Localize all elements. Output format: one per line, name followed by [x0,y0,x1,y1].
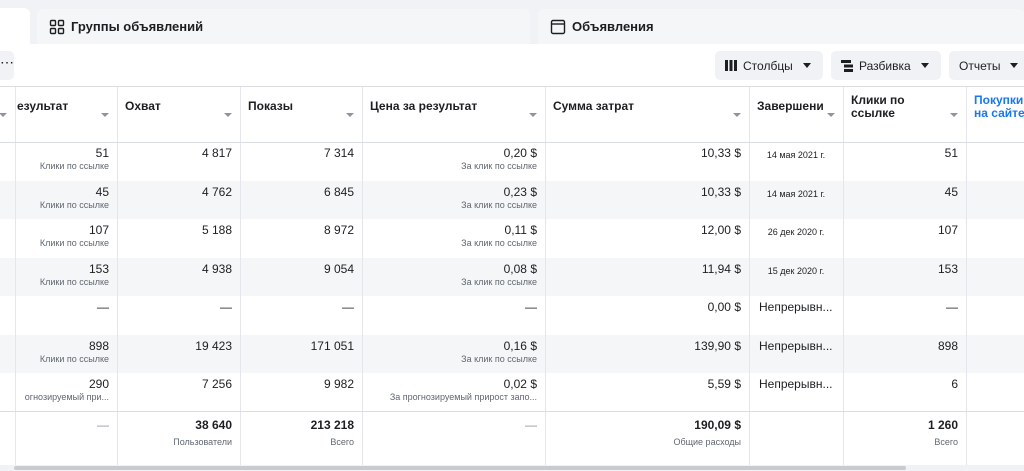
tab-ads-label: Объявления [572,19,654,34]
cell-amount-spent: 5,59 $ [707,377,741,391]
cell-ends: Непрерывн... [759,300,833,314]
header-name-fragment[interactable] [0,87,15,142]
sort-icon [346,113,354,117]
breakdown-button[interactable]: Разбивка [831,51,941,80]
column-header-amount-spent[interactable]: Сумма затрат [545,87,749,142]
tab-ad-sets[interactable]: Группы объявлений [37,9,530,44]
column-header-ends[interactable]: Завершени [749,87,843,142]
breakdown-label: Разбивка [859,58,911,73]
horizontal-scrollbar[interactable] [0,465,1024,471]
cell-impressions: 171 051 [310,338,354,353]
cell-cost-per-result: 0,23 $ За клик по ссылке [461,184,537,210]
column-header-cost-per-result[interactable]: Цена за результат [362,87,545,142]
cell-reach: 4 817 [201,146,232,160]
sort-icon [224,113,232,117]
cell-result: 153 Клики по ссылке [39,261,109,287]
cell-result: 290 огнозируемый при... [24,377,109,402]
cell-reach: 4 938 [201,261,232,276]
caret-down-icon [802,63,811,68]
reports-label: Отчеты [959,58,1001,73]
cell-amount-spent: 0,00 $ [707,300,741,314]
total-cost-per-result: — [525,418,537,432]
column-header-link-clicks[interactable]: Клики по ссылке [843,87,966,142]
sort-icon [950,113,958,117]
cell-amount-spent: 10,33 $ [700,146,741,160]
columns-icon [725,60,737,71]
cell-reach: 4 762 [201,184,232,199]
cell-ends: Непрерывн... [759,338,833,353]
sort-icon [733,113,741,117]
cell-result: 107 Клики по ссылке [39,223,109,248]
ad-window-icon [550,19,566,35]
cell-impressions: 7 314 [323,146,354,160]
cell-ends: 15 дек 2020 г. [767,265,825,276]
cell-result: 898 Клики по ссылке [39,338,109,364]
sort-icon [101,113,109,117]
reports-button[interactable]: Отчеты [949,51,1024,80]
cell-cost-per-result: 0,11 $ За клик по ссылке [461,223,537,248]
cell-amount-spent: 10,33 $ [700,184,741,199]
cell-result: 45 Клики по ссылке [39,184,109,210]
total-result: — [97,418,109,432]
caret-down-icon [920,63,929,68]
cell-ends: 26 дек 2020 г. [767,227,825,237]
cell-link-clicks: 898 [937,338,958,353]
scrollbar-thumb[interactable] [14,466,906,470]
cell-impressions: 6 845 [323,184,354,199]
column-header-purchases[interactable]: Покупки на сайте [966,87,1024,142]
cell-amount-spent: 11,94 $ [701,261,741,276]
cell-cost-per-result: 0,16 $ За клик по ссылке [461,338,537,364]
column-header-result[interactable]: езультат [15,87,117,142]
cell-amount-spent: 139,90 $ [694,338,741,353]
cell-link-clicks: 45 [944,184,958,199]
cell-ends: 14 мая 2021 г. [766,150,826,160]
cell-cost-per-result: 0,02 $ За прогнозируемый прирост запо... [389,377,537,402]
total-link-clicks: 1 260 Всего [927,418,958,447]
sort-icon [827,113,835,117]
grid-icon [49,19,65,35]
caret-down-icon [1010,63,1019,68]
cell-cost-per-result: 0,08 $ За клик по ссылке [461,261,537,287]
cell-reach: 19 423 [195,338,232,353]
cell-link-clicks: 153 [937,261,958,276]
columns-label: Столбцы [743,58,793,73]
breakdown-icon [841,59,853,72]
columns-button[interactable]: Столбцы [715,51,823,80]
cell-cost-per-result: 0,20 $ За клик по ссылке [461,146,537,171]
total-reach: 38 640 Пользователи [173,418,232,447]
cell-link-clicks: 51 [944,146,958,160]
tabs-bar: Группы объявлений Объявления [0,0,1024,44]
cell-link-clicks: — [946,300,958,314]
toolbar: ⋯ Столбцы Разбивка Отчеты [0,44,1024,86]
cell-result: — [97,300,109,314]
cell-link-clicks: 107 [937,223,958,237]
sort-icon [529,113,537,117]
tab-ads[interactable]: Объявления [538,9,1024,44]
cell-impressions: 9 054 [323,261,354,276]
cell-cost-per-result: — [525,300,537,314]
tab-campaigns-fragment[interactable] [0,8,30,44]
cell-link-clicks: 6 [951,377,958,391]
cell-ends: 14 мая 2021 г. [766,188,826,199]
results-table: езультат Охват Показы Цена за результат … [0,86,1024,465]
cell-reach: 5 188 [201,223,232,237]
cell-amount-spent: 12,00 $ [700,223,741,237]
total-spent: 190,09 $ Общие расходы [673,418,741,447]
cell-reach: — [220,300,232,314]
more-options-button[interactable]: ⋯ [0,51,14,80]
cell-impressions: 8 972 [323,223,354,237]
total-impressions: 213 218 Всего [310,418,354,447]
tab-ad-sets-label: Группы объявлений [71,19,204,34]
cell-impressions: 9 982 [323,377,354,391]
cell-reach: 7 256 [201,377,232,391]
cell-impressions: — [342,300,354,314]
cell-result: 51 Клики по ссылке [39,146,109,171]
cell-ends: Непрерывн... [759,377,833,391]
column-header-reach[interactable]: Охват [117,87,240,142]
column-header-impressions[interactable]: Показы [240,87,362,142]
